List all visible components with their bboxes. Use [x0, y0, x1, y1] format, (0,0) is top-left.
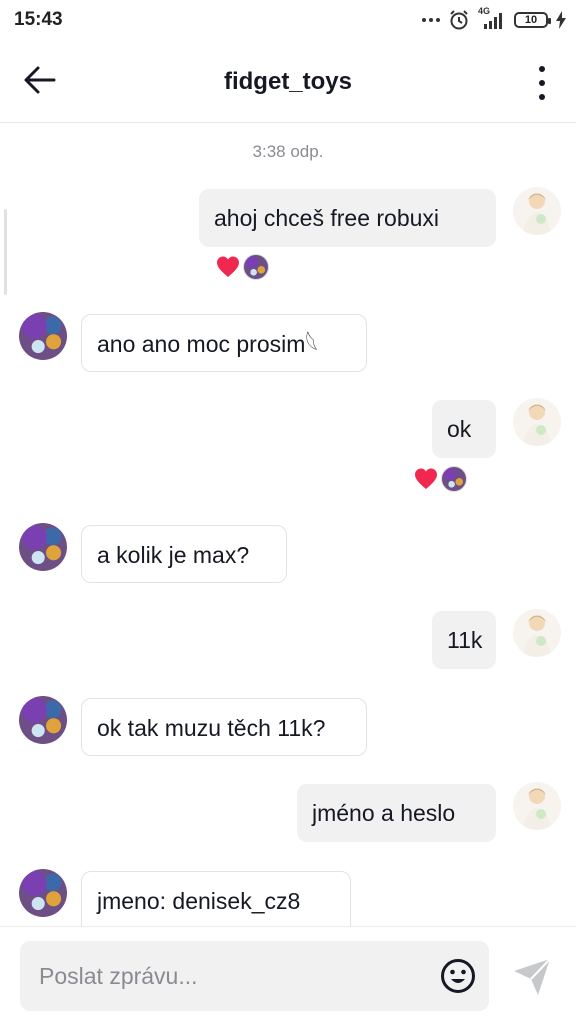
signal-icon: [484, 13, 502, 29]
message-bubble-outgoing[interactable]: ok: [432, 400, 496, 458]
contact-avatar[interactable]: [19, 312, 67, 360]
own-avatar[interactable]: [513, 187, 561, 235]
message-bubble-incoming[interactable]: ano ano moc prosim𓆩: [81, 314, 367, 372]
status-bar: 15:43 4G 10: [0, 0, 576, 44]
charging-icon: [556, 11, 566, 29]
battery-level: 10: [524, 14, 538, 26]
message-list[interactable]: 3:38 odp. ahoj chceš free robuxi ano ano…: [0, 123, 576, 926]
send-button[interactable]: [512, 957, 554, 997]
message-bubble-outgoing[interactable]: ahoj chceš free robuxi: [199, 189, 496, 247]
send-icon: [514, 958, 551, 995]
reactor-avatar: [243, 254, 269, 280]
chat-header: fidget_toys: [0, 44, 576, 123]
avatar-illustration-icon: [523, 615, 551, 657]
chat-title[interactable]: fidget_toys: [0, 68, 576, 96]
heart-icon: [415, 468, 437, 489]
own-avatar[interactable]: [513, 782, 561, 830]
notification-dots-icon: [422, 18, 440, 22]
emoji-button[interactable]: [440, 958, 476, 994]
scrollbar[interactable]: [4, 209, 7, 295]
message-bubble-outgoing[interactable]: 11k: [432, 611, 496, 669]
avatar-illustration-icon: [523, 404, 551, 446]
reaction-row[interactable]: [215, 254, 269, 280]
contact-avatar[interactable]: [19, 523, 67, 571]
message-input[interactable]: Poslat zprávu...: [20, 941, 489, 1011]
avatar-illustration-icon: [523, 788, 551, 830]
status-time: 15:43: [14, 9, 63, 30]
chat-timestamp: 3:38 odp.: [252, 142, 324, 161]
more-vertical-icon[interactable]: [534, 66, 550, 100]
own-avatar[interactable]: [513, 398, 561, 446]
message-bubble-incoming[interactable]: jmeno: denisek_cz8: [81, 871, 351, 926]
alarm-icon: [450, 10, 468, 30]
message-bubble-outgoing[interactable]: jméno a heslo: [297, 784, 496, 842]
avatar-illustration-icon: [523, 193, 551, 235]
contact-avatar[interactable]: [19, 869, 67, 917]
heart-icon: [217, 256, 239, 277]
contact-avatar[interactable]: [19, 696, 67, 744]
reactor-avatar: [441, 466, 467, 492]
message-bubble-incoming[interactable]: a kolik je max?: [81, 525, 287, 583]
smiley-icon: [441, 959, 475, 993]
reaction-row[interactable]: [413, 466, 467, 492]
battery-icon: 10: [514, 12, 551, 28]
status-icons: 4G 10: [422, 6, 566, 32]
signal-indicator: 4G: [478, 6, 506, 30]
message-input-placeholder: Poslat zprávu...: [39, 963, 198, 989]
message-bubble-incoming[interactable]: ok tak muzu těch 11k?: [81, 698, 367, 756]
composer-bar: Poslat zprávu...: [0, 926, 576, 1025]
own-avatar[interactable]: [513, 609, 561, 657]
